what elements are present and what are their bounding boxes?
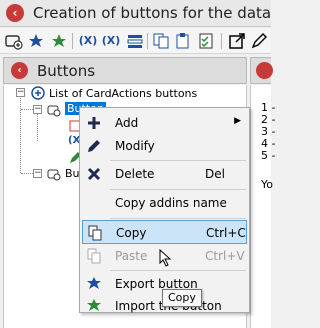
context-menu: Add ▶ Modify Delete Del Copy addins name… (79, 107, 250, 313)
toolbar-separator (221, 33, 222, 49)
menu-separator (110, 189, 246, 190)
add-button-icon[interactable] (5, 32, 23, 50)
pencil-icon (86, 138, 102, 154)
menu-separator (110, 270, 246, 271)
right-pane: 1 - 2 - 3 - 4 - 5 - Yo (250, 85, 275, 328)
x-icon (86, 166, 102, 182)
export-icon (86, 276, 102, 292)
card-actions-icon (31, 86, 45, 100)
tree-connector (21, 173, 33, 174)
right-panel-header (250, 57, 273, 84)
menu-item-label: Paste (115, 249, 148, 263)
toolbar: (X) (X) (0, 28, 271, 54)
plus-icon (86, 115, 102, 131)
menu-item-label: Modify (115, 139, 155, 153)
import-icon[interactable] (50, 32, 68, 50)
menu-separator (110, 218, 246, 219)
right-pane-label: Yo (261, 178, 273, 191)
tree-node-label[interactable]: Bu (65, 167, 80, 180)
tree-expander-collapse-icon[interactable]: − (16, 88, 25, 97)
copy-icon[interactable] (152, 32, 170, 50)
close-window-icon[interactable]: ‹ (6, 4, 24, 22)
toolbar-separator (147, 33, 148, 49)
toolbar-separator (72, 33, 73, 49)
tooltip: Copy (162, 289, 202, 307)
fx-icon[interactable]: (X) (78, 32, 98, 50)
tree-connector (37, 113, 38, 141)
menu-item-shortcut: Ctrl+C (206, 226, 246, 240)
tree-connector (20, 95, 21, 173)
list-icon[interactable] (126, 32, 144, 50)
menu-item-label: Delete (115, 167, 155, 181)
import-icon (86, 298, 102, 314)
export-icon[interactable] (27, 32, 45, 50)
menu-item-copy-addins-name[interactable]: Copy addins name (82, 191, 247, 215)
submenu-arrow-icon: ▶ (234, 116, 241, 126)
checklist-icon[interactable] (197, 32, 215, 50)
tree-expander-collapse-icon[interactable]: − (33, 169, 42, 178)
mouse-cursor-icon (159, 248, 173, 267)
tree-root-label[interactable]: List of CardActions buttons (49, 87, 197, 100)
menu-item-shortcut: Ctrl+V (205, 249, 245, 263)
tree-connector (21, 109, 33, 110)
menu-item-label: Copy (116, 226, 147, 240)
menu-item-copy[interactable]: Copy Ctrl+C (82, 220, 247, 244)
title-bar: ‹ Creation of buttons for the data (0, 0, 271, 27)
menu-separator (110, 160, 246, 161)
menu-item-delete[interactable]: Delete Del (82, 162, 247, 186)
paste-icon[interactable] (174, 32, 192, 50)
buttons-panel-header: ‹ Buttons (3, 57, 247, 84)
menu-item-label: Add (115, 116, 139, 130)
panel-title: Buttons (37, 62, 96, 80)
right-pane-line: 5 - (261, 149, 276, 162)
open-external-icon[interactable] (228, 32, 246, 50)
paste-icon (86, 248, 102, 264)
menu-item-add[interactable]: Add ▶ (82, 111, 247, 135)
collapse-panel-icon[interactable]: ‹ (11, 62, 28, 79)
edit-icon[interactable] (250, 32, 268, 50)
copy-icon (87, 225, 103, 241)
button-node-icon (47, 103, 61, 117)
menu-item-label: Copy addins name (115, 196, 227, 210)
menu-item-modify[interactable]: Modify (82, 134, 247, 158)
button-node-icon (47, 167, 61, 181)
fx-free-icon[interactable]: (X) (101, 32, 121, 50)
collapse-panel-icon[interactable] (256, 62, 273, 79)
window-title: Creation of buttons for the data (33, 4, 272, 22)
menu-item-shortcut: Del (205, 167, 225, 181)
